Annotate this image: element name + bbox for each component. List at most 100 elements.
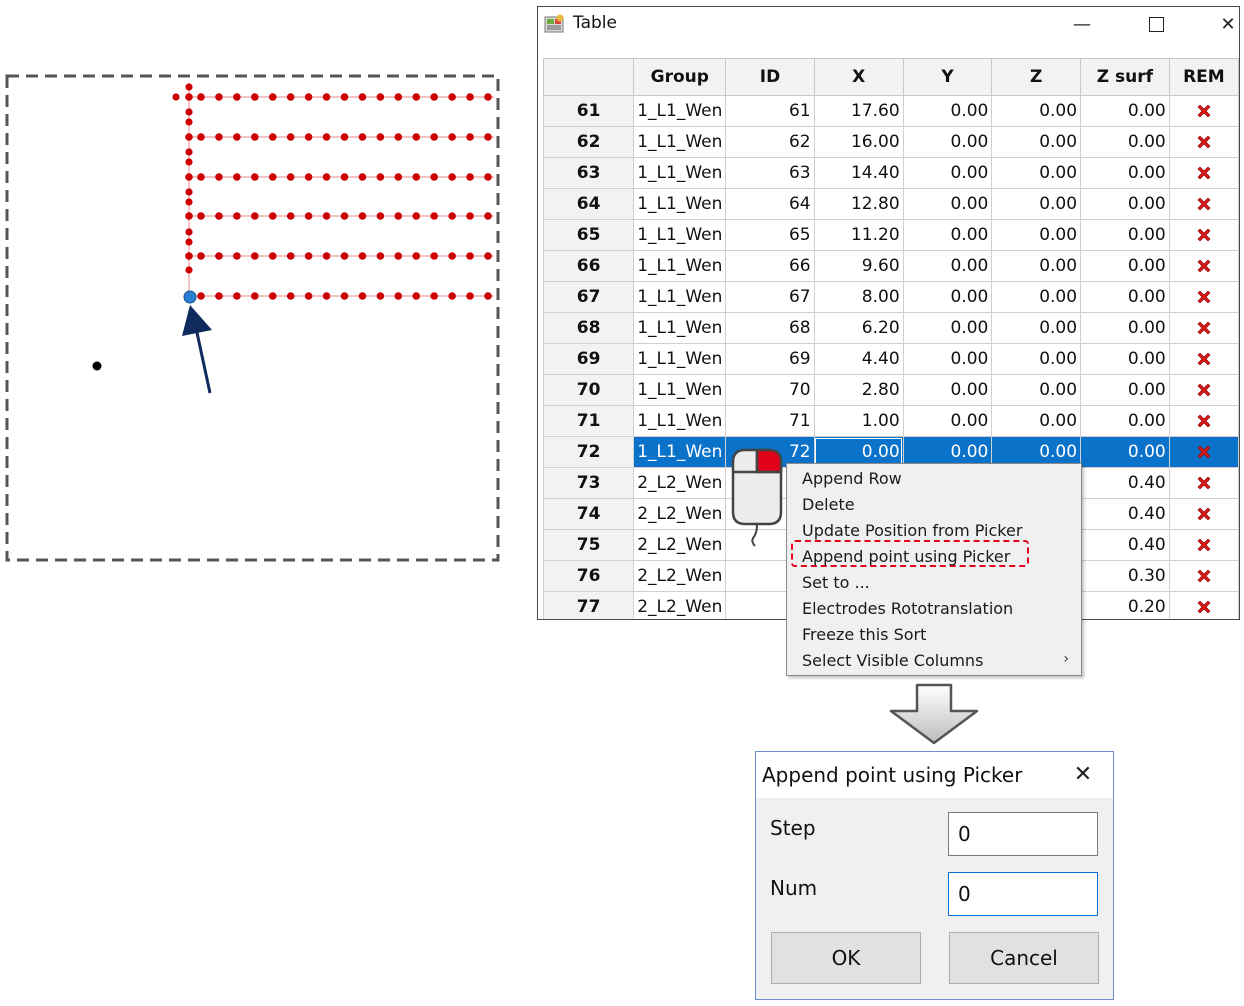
cell-group[interactable]: 1_L1_Wen (633, 312, 727, 344)
maximize-icon[interactable] (1134, 9, 1178, 39)
cell-zsurf[interactable]: 0.00 (1080, 374, 1170, 406)
cell-id[interactable]: 66 (725, 250, 815, 282)
row-header[interactable]: 74 (542, 498, 635, 530)
red-x-delete-icon[interactable] (1196, 134, 1212, 150)
cell-z[interactable]: 0.00 (991, 126, 1082, 158)
menu-item-select-visible-columns[interactable]: Select Visible Columns (802, 651, 983, 670)
cell-y[interactable]: 0.00 (902, 405, 993, 437)
menu-item-electrodes-rototranslation[interactable]: Electrodes Rototranslation (802, 599, 1013, 618)
red-x-delete-icon[interactable] (1196, 568, 1212, 584)
cell-z[interactable]: 0.00 (991, 374, 1082, 406)
table-row[interactable]: 64 1_L1_Wen 64 12.80 0.00 0.00 0.00 (542, 188, 1239, 220)
red-x-delete-icon[interactable] (1196, 444, 1212, 460)
cell-group[interactable]: 1_L1_Wen (633, 250, 727, 282)
table-row[interactable]: 63 1_L1_Wen 63 14.40 0.00 0.00 0.00 (542, 157, 1239, 189)
cell-rem[interactable] (1168, 405, 1239, 437)
table-row[interactable]: 69 1_L1_Wen 69 4.40 0.00 0.00 0.00 (542, 343, 1239, 375)
table-row[interactable]: 70 1_L1_Wen 70 2.80 0.00 0.00 0.00 (542, 374, 1239, 406)
cell-zsurf[interactable]: 0.00 (1080, 126, 1170, 158)
table-row[interactable]: 71 1_L1_Wen 71 1.00 0.00 0.00 0.00 (542, 405, 1239, 437)
cell-x[interactable]: 17.60 (813, 95, 904, 127)
red-x-delete-icon[interactable] (1196, 506, 1212, 522)
red-x-delete-icon[interactable] (1196, 351, 1212, 367)
cell-zsurf[interactable]: 0.00 (1080, 436, 1170, 468)
dialog-close-icon[interactable]: ✕ (1068, 762, 1098, 787)
cell-zsurf[interactable]: 0.00 (1080, 405, 1170, 437)
cell-group[interactable]: 1_L1_Wen (633, 95, 727, 127)
cell-id[interactable]: 64 (725, 188, 815, 220)
red-x-delete-icon[interactable] (1196, 196, 1212, 212)
cell-z[interactable]: 0.00 (991, 157, 1082, 189)
cell-y[interactable]: 0.00 (902, 95, 993, 127)
cell-id[interactable]: 63 (725, 157, 815, 189)
red-x-delete-icon[interactable] (1196, 165, 1212, 181)
cell-group[interactable]: 1_L1_Wen (633, 281, 727, 313)
cell-group[interactable]: 1_L1_Wen (633, 219, 727, 251)
cell-x[interactable]: 4.40 (813, 343, 904, 375)
window-titlebar[interactable]: Table — ✕ (538, 7, 1239, 43)
red-x-delete-icon[interactable] (1196, 320, 1212, 336)
cell-id[interactable]: 70 (725, 374, 815, 406)
cell-rem[interactable] (1168, 312, 1239, 344)
cell-z[interactable]: 0.00 (991, 343, 1082, 375)
cell-zsurf[interactable]: 0.00 (1080, 219, 1170, 251)
cell-x[interactable]: 1.00 (813, 405, 904, 437)
row-header[interactable]: 76 (542, 560, 635, 592)
column-header[interactable]: Group (633, 58, 727, 96)
cell-rem[interactable] (1168, 157, 1239, 189)
row-header[interactable]: 62 (542, 126, 635, 158)
cell-z[interactable]: 0.00 (991, 219, 1082, 251)
cell-zsurf[interactable]: 0.00 (1080, 95, 1170, 127)
red-x-delete-icon[interactable] (1196, 382, 1212, 398)
row-header[interactable]: 73 (542, 467, 635, 499)
cell-rem[interactable] (1168, 126, 1239, 158)
cell-id[interactable]: 65 (725, 219, 815, 251)
column-header[interactable]: REM (1168, 58, 1239, 96)
cell-id[interactable]: 71 (725, 405, 815, 437)
column-header[interactable]: Z (991, 58, 1082, 96)
cell-group[interactable]: 2_L2_Wen (633, 467, 727, 499)
cell-x[interactable]: 16.00 (813, 126, 904, 158)
cell-group[interactable]: 2_L2_Wen (633, 498, 727, 530)
cell-y[interactable]: 0.00 (902, 219, 993, 251)
cell-id[interactable]: 69 (725, 343, 815, 375)
electrode-plot-view[interactable] (0, 60, 510, 570)
cell-z[interactable]: 0.00 (991, 405, 1082, 437)
menu-item-delete[interactable]: Delete (802, 495, 855, 514)
cell-rem[interactable] (1168, 219, 1239, 251)
cell-group[interactable]: 1_L1_Wen (633, 157, 727, 189)
row-header[interactable]: 67 (542, 281, 635, 313)
cell-id[interactable]: 62 (725, 126, 815, 158)
cell-zsurf[interactable]: 0.00 (1080, 343, 1170, 375)
ok-button[interactable]: OK (771, 932, 921, 984)
cell-rem[interactable] (1168, 281, 1239, 313)
menu-item-append-point-picker[interactable]: Append point using Picker (802, 547, 1010, 566)
cell-zsurf[interactable]: 0.40 (1080, 529, 1170, 561)
table-row[interactable]: 62 1_L1_Wen 62 16.00 0.00 0.00 0.00 (542, 126, 1239, 158)
cell-id[interactable]: 61 (725, 95, 815, 127)
cell-group[interactable]: 1_L1_Wen (633, 436, 727, 468)
cell-rem[interactable] (1168, 95, 1239, 127)
dialog-titlebar[interactable]: Append point using Picker ✕ (756, 752, 1113, 798)
cell-x[interactable]: 11.20 (813, 219, 904, 251)
row-header[interactable]: 63 (542, 157, 635, 189)
cell-rem[interactable] (1168, 188, 1239, 220)
row-header[interactable]: 71 (542, 405, 635, 437)
table-row[interactable]: 65 1_L1_Wen 65 11.20 0.00 0.00 0.00 (542, 219, 1239, 251)
cell-group[interactable]: 2_L2_Wen (633, 591, 727, 619)
cell-group[interactable]: 1_L1_Wen (633, 405, 727, 437)
cell-z[interactable]: 0.00 (991, 312, 1082, 344)
cell-zsurf[interactable]: 0.00 (1080, 157, 1170, 189)
close-icon[interactable]: ✕ (1206, 9, 1239, 39)
cell-rem[interactable] (1168, 560, 1239, 592)
cell-z[interactable]: 0.00 (991, 95, 1082, 127)
cell-zsurf[interactable]: 0.40 (1080, 498, 1170, 530)
cell-rem[interactable] (1168, 374, 1239, 406)
cell-x[interactable]: 14.40 (813, 157, 904, 189)
table-row[interactable]: 68 1_L1_Wen 68 6.20 0.00 0.00 0.00 (542, 312, 1239, 344)
cell-y[interactable]: 0.00 (902, 126, 993, 158)
row-header[interactable]: 68 (542, 312, 635, 344)
cell-zsurf[interactable]: 0.20 (1080, 591, 1170, 619)
table-row[interactable]: 67 1_L1_Wen 67 8.00 0.00 0.00 0.00 (542, 281, 1239, 313)
cell-z[interactable]: 0.00 (991, 281, 1082, 313)
